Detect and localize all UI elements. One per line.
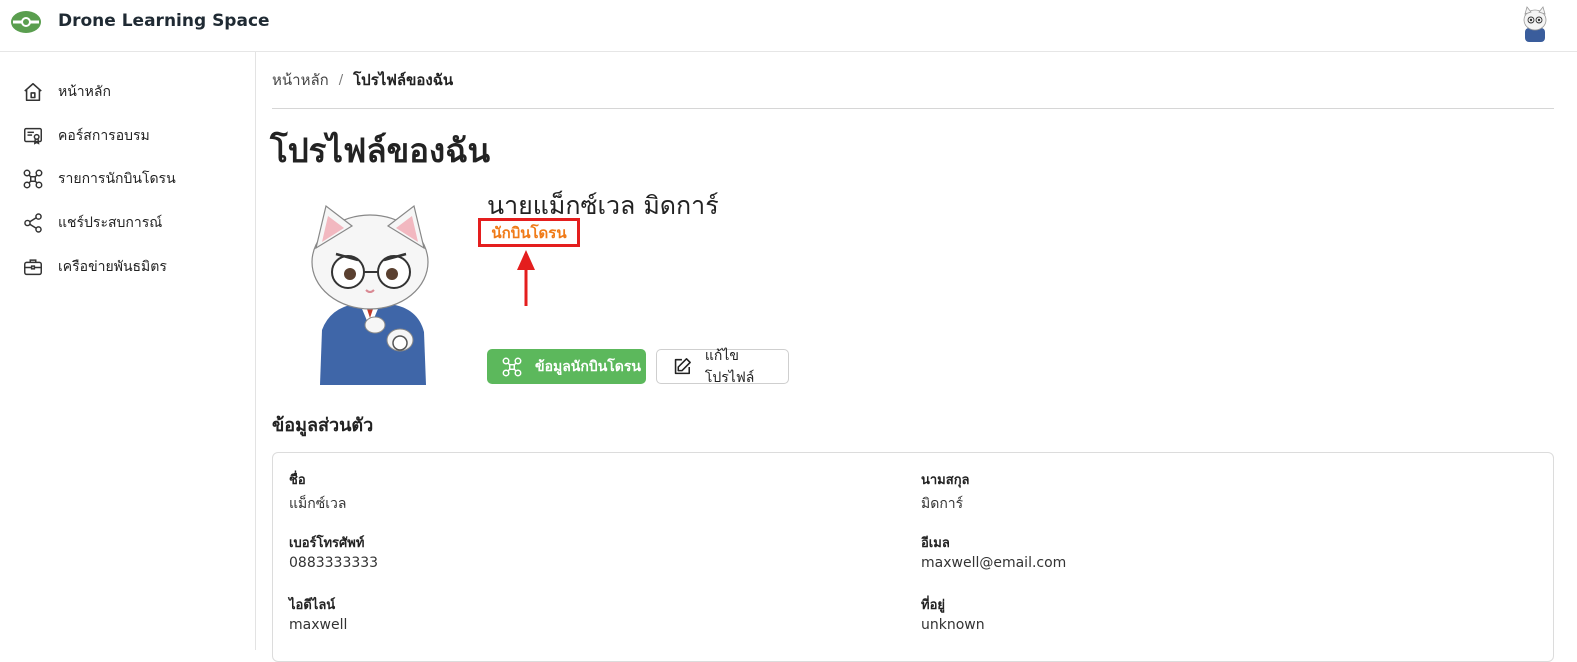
last-name-value: มิดการ์ [921,496,964,512]
line-id-value: maxwell [289,617,348,633]
edit-icon [674,357,691,374]
page-title: โปรไฟล์ของฉัน [270,131,491,170]
briefcase-icon [24,259,42,276]
email-value: maxwell@email.com [921,555,1067,571]
cat-avatar-icon[interactable] [1519,6,1551,42]
certificate-icon [24,127,42,145]
email-label: อีเมล [921,536,950,551]
address-value: unknown [921,617,985,633]
breadcrumb: หน้าหลัก / โปรไฟล์ของฉัน [272,68,453,92]
last-name-label: นามสกุล [921,473,970,488]
top-bar: Drone Learning Space [0,0,1577,52]
sidebar-item-label: แชร์ประสบการณ์ [58,215,163,231]
drone-icon [502,357,522,376]
sidebar-item-label: คอร์สการอบรม [58,128,150,144]
annotation-arrow-icon [517,250,535,306]
drone-icon [23,169,43,189]
breadcrumb-separator: / [338,72,344,88]
role-badge: นักบินโดรน [478,218,580,247]
sidebar-item-share[interactable]: แชร์ประสบการณ์ [22,210,162,236]
line-id-label: ไอดีไลน์ [289,598,336,613]
drone-logo-icon[interactable] [10,9,42,35]
breadcrumb-current: โปรไฟล์ของฉัน [353,71,454,89]
personal-info-card: ชื่อ แม็กซ์เวล นามสกุล มิดการ์ เบอร์โทรศ… [272,452,1554,662]
sidebar-item-courses[interactable]: คอร์สการอบรม [22,123,150,149]
sidebar-item-home[interactable]: หน้าหลัก [22,79,111,105]
phone-label: เบอร์โทรศัพท์ [289,536,365,551]
breadcrumb-home-link[interactable]: หน้าหลัก [272,68,329,92]
phone-value: 0883333333 [289,555,379,571]
share-icon [24,213,42,233]
address-label: ที่อยู่ [921,598,945,613]
app-title[interactable]: Drone Learning Space [58,11,270,31]
sidebar: หน้าหลัก คอร์สการอบรม รายการนักบินโดรน แ… [0,52,256,650]
edit-profile-button-label: แก้ไขโปรไฟล์ [704,347,755,386]
pilot-info-button-label: ข้อมูลนักบินโดรน [535,358,641,375]
section-title: ข้อมูลส่วนตัว [272,415,374,436]
role-label: นักบินโดรน [491,223,567,242]
pilot-info-button[interactable]: ข้อมูลนักบินโดรน [487,349,646,384]
home-icon [24,82,42,102]
profile-avatar [311,204,429,385]
edit-profile-button[interactable]: แก้ไขโปรไฟล์ [656,348,789,386]
sidebar-item-label: เครือข่ายพันธมิตร [58,259,167,275]
first-name-value: แม็กซ์เวล [289,496,347,512]
first-name-label: ชื่อ [289,473,306,488]
sidebar-item-label: หน้าหลัก [58,84,111,100]
sidebar-item-label: รายการนักบินโดรน [58,171,176,187]
divider [272,108,1554,109]
sidebar-item-partners[interactable]: เครือข่ายพันธมิตร [22,254,167,280]
sidebar-item-pilots[interactable]: รายการนักบินโดรน [22,166,176,192]
